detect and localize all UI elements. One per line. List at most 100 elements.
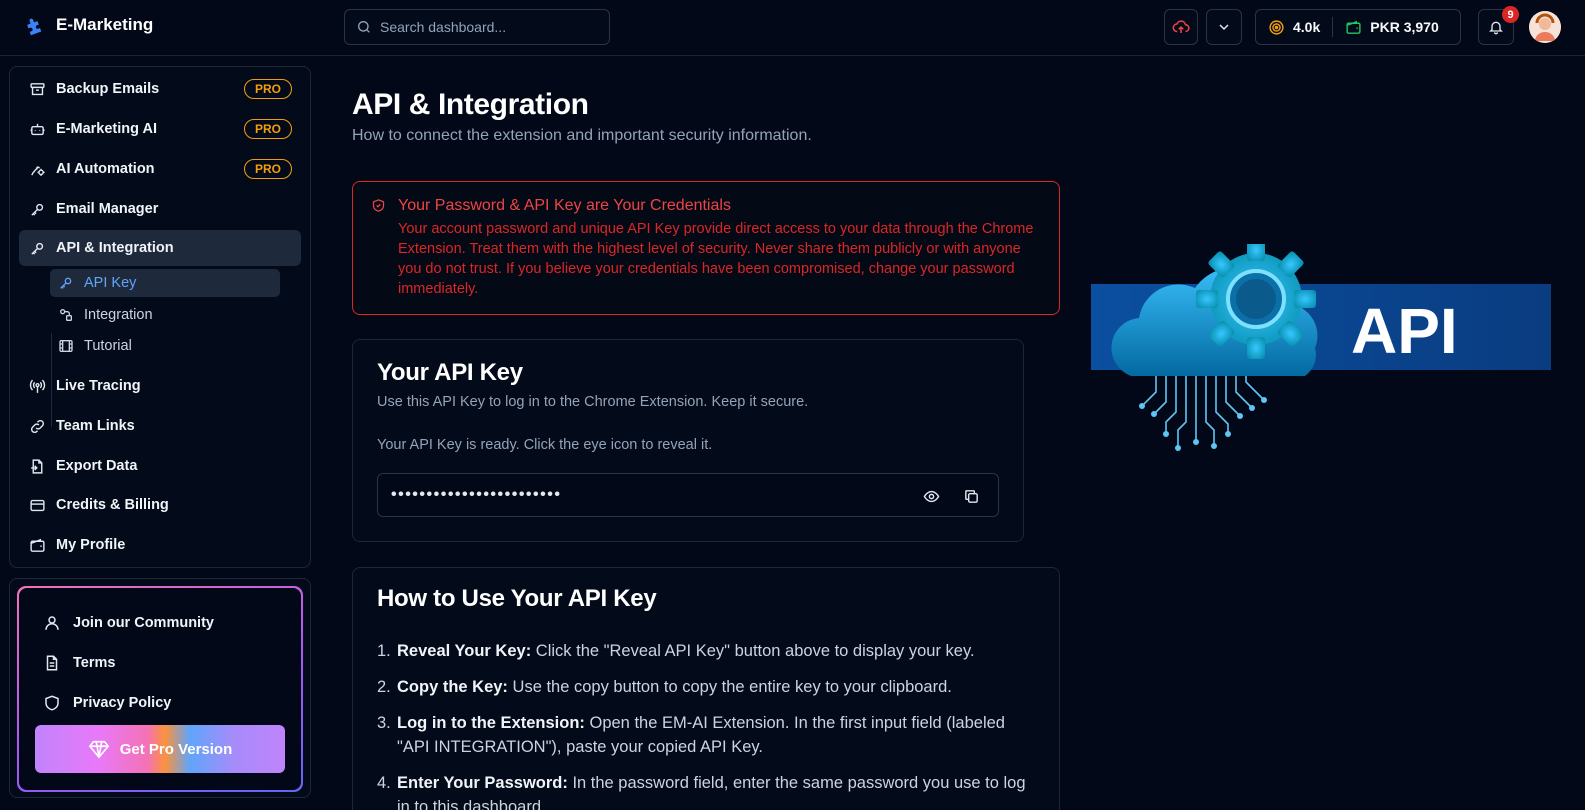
search-icon <box>356 19 372 35</box>
step-item: 2. Copy the Key: Use the copy button to … <box>377 675 1027 699</box>
sidebar-item-my-profile[interactable]: My Profile <box>19 527 301 563</box>
sidebar-item-label: Live Tracing <box>56 378 141 394</box>
search-box[interactable] <box>344 9 610 45</box>
eye-icon[interactable] <box>921 486 941 506</box>
subitem-label: Tutorial <box>84 338 132 354</box>
api-key-field[interactable]: •••••••••••••••••••••••• <box>377 473 999 517</box>
step-item: 1. Reveal Your Key: Click the "Reveal AP… <box>377 639 1027 663</box>
api-illustration: API <box>1091 244 1551 464</box>
how-to-title: How to Use Your API Key <box>377 585 657 612</box>
api-key-card: Your API Key Use this API Key to log in … <box>352 339 1024 542</box>
step-item: 4. Enter Your Password: In the password … <box>377 771 1027 810</box>
app-title: E-Marketing <box>56 15 154 34</box>
notifications-button[interactable]: 9 <box>1478 6 1519 45</box>
subitem-label: Integration <box>84 307 153 323</box>
sidebar-footer: Join our Community Terms Privacy Policy … <box>9 578 311 798</box>
step-text: Use the copy button to copy the entire k… <box>507 678 952 696</box>
join-community-link[interactable]: Join our Community <box>43 611 214 635</box>
how-to-card: How to Use Your API Key 1. Reveal Your K… <box>352 567 1060 810</box>
user-icon <box>43 614 61 632</box>
sidebar-item-label: E-Marketing AI <box>56 121 157 137</box>
join-community-label: Join our Community <box>73 615 214 631</box>
wallet-icon <box>1345 19 1362 36</box>
app-logo[interactable]: E-Marketing <box>24 14 153 36</box>
page-title: API & Integration <box>352 88 589 121</box>
document-icon <box>43 654 61 672</box>
api-key-title: Your API Key <box>377 359 523 386</box>
sidebar-item-label: My Profile <box>56 537 126 553</box>
file-export-icon <box>29 458 46 475</box>
upload-button[interactable] <box>1164 9 1198 45</box>
diamond-icon <box>88 738 110 760</box>
privacy-policy-label: Privacy Policy <box>73 695 172 711</box>
avatar[interactable] <box>1529 11 1561 43</box>
upload-cloud-icon <box>1172 18 1190 36</box>
pro-promo-card: Join our Community Terms Privacy Policy … <box>17 586 303 792</box>
sidebar-item-credits-billing[interactable]: Credits & Billing <box>19 487 301 523</box>
search-input[interactable] <box>380 19 600 35</box>
step-number: 2. <box>377 678 391 696</box>
terms-link[interactable]: Terms <box>43 651 115 675</box>
pro-badge: PRO <box>243 119 292 139</box>
bot-icon <box>29 121 46 138</box>
step-number: 3. <box>377 714 391 732</box>
archive-icon <box>29 81 46 98</box>
subitem-label: API Key <box>84 275 137 291</box>
key-icon <box>29 240 46 257</box>
top-bar: E-Marketing 4.0k PKR 3,970 <box>0 0 1585 56</box>
sidebar-item-label: API & Integration <box>56 240 174 256</box>
balance-value: PKR 3,970 <box>1370 19 1439 35</box>
pro-badge: PRO <box>243 79 292 99</box>
step-title: Enter Your Password: <box>397 774 568 792</box>
security-alert: Your Password & API Key are Your Credent… <box>352 181 1060 315</box>
sidebar-item-label: Team Links <box>56 418 135 434</box>
sidebar-item-ai-automation[interactable]: AI Automation PRO <box>19 151 301 187</box>
credit-card-icon <box>29 497 46 514</box>
sidebar-item-export-data[interactable]: Export Data <box>19 448 301 484</box>
sidebar-item-label: Backup Emails <box>56 81 160 97</box>
get-pro-button[interactable]: Get Pro Version <box>35 725 285 773</box>
sidebar-item-live-tracing[interactable]: Live Tracing <box>19 368 301 404</box>
balance-panel[interactable]: 4.0k PKR 3,970 <box>1255 9 1461 45</box>
sidebar-item-e-marketing-ai[interactable]: E-Marketing AI PRO <box>19 111 301 147</box>
bell-icon <box>1488 19 1504 35</box>
alert-title: Your Password & API Key are Your Credent… <box>398 197 731 214</box>
privacy-policy-link[interactable]: Privacy Policy <box>43 691 171 715</box>
sidebar-item-api-integration[interactable]: API & Integration <box>19 230 301 266</box>
sidebar-subitem-tutorial[interactable]: Tutorial <box>50 332 280 360</box>
step-title: Log in to the Extension: <box>397 714 585 732</box>
page-subtitle: How to connect the extension and importa… <box>352 127 812 144</box>
sidebar-item-backup-emails[interactable]: Backup Emails PRO <box>19 71 301 107</box>
api-illustration-text: API <box>1351 295 1458 367</box>
sidebar-item-team-links[interactable]: Team Links <box>19 408 301 444</box>
step-title: Reveal Your Key: <box>397 642 532 660</box>
coins-stat: 4.0k <box>1256 19 1332 36</box>
step-text: Click the "Reveal API Key" button above … <box>531 642 975 660</box>
automation-icon <box>29 161 46 178</box>
sidebar-subitem-integration[interactable]: Integration <box>50 301 280 329</box>
api-key-description: Use this API Key to log in to the Chrome… <box>377 394 809 410</box>
shield-check-icon <box>371 198 386 213</box>
puzzle-icon <box>24 14 46 36</box>
sidebar-item-email-manager[interactable]: Email Manager <box>19 191 301 227</box>
sidebar-item-label: Credits & Billing <box>56 497 169 513</box>
sidebar-item-label: Email Manager <box>56 201 159 217</box>
step-item: 3. Log in to the Extension: Open the EM-… <box>377 711 1027 759</box>
copy-icon[interactable] <box>961 486 981 506</box>
key-icon <box>29 201 46 218</box>
integration-icon <box>58 307 74 323</box>
pro-badge: PRO <box>243 159 292 179</box>
wallet-stat: PKR 3,970 <box>1333 19 1450 36</box>
link-icon <box>29 418 46 435</box>
step-number: 4. <box>377 774 391 792</box>
notification-badge: 9 <box>1502 6 1519 23</box>
sidebar-subitem-api-key[interactable]: API Key <box>50 269 280 297</box>
sidebar-item-label: AI Automation <box>56 161 155 177</box>
api-key-value: •••••••••••••••••••••••• <box>391 486 562 503</box>
coins-value: 4.0k <box>1293 19 1321 35</box>
wallet-icon <box>29 537 46 554</box>
api-key-status: Your API Key is ready. Click the eye ico… <box>377 437 713 453</box>
dropdown-button[interactable] <box>1206 9 1242 45</box>
how-to-steps: 1. Reveal Your Key: Click the "Reveal AP… <box>377 639 1027 810</box>
terms-label: Terms <box>73 655 116 671</box>
